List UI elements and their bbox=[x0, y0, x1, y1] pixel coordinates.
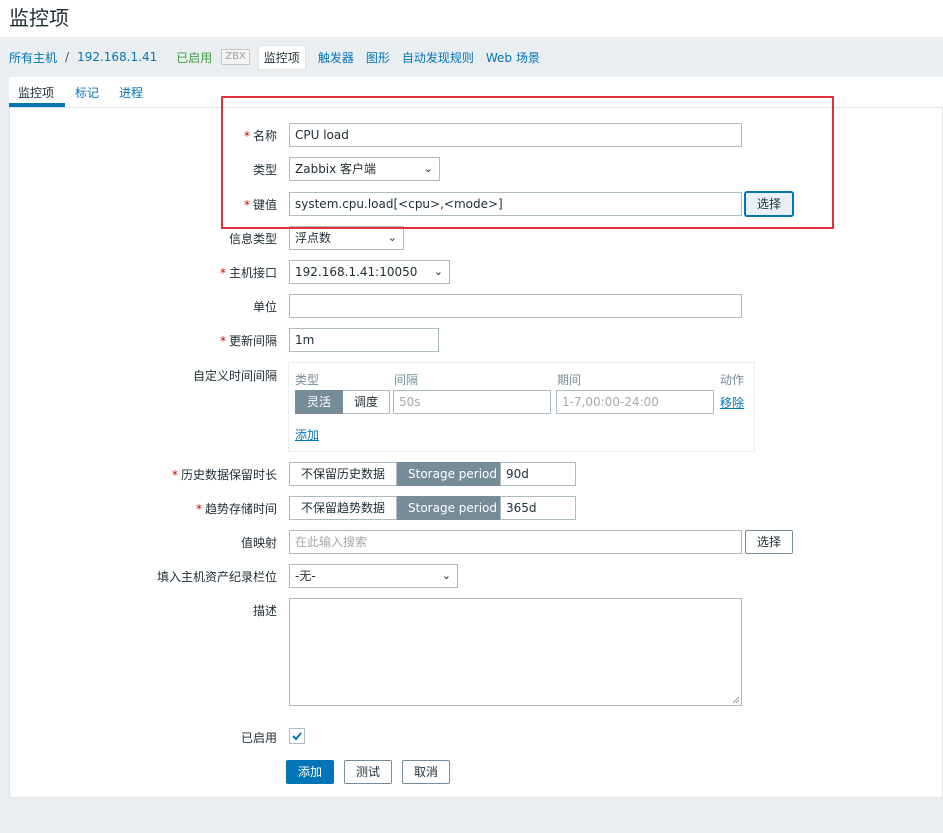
inventory-label: 填入主机资产纪录栏位 bbox=[156, 570, 277, 584]
interval-add-link[interactable]: 添加 bbox=[295, 426, 319, 443]
custom-intervals-table: 类型 间隔 期间 动作 灵活 调度 50s 1-7,00:00-24:00 移除… bbox=[288, 362, 755, 452]
tab-preprocessing[interactable]: 进程 bbox=[119, 84, 143, 101]
enabled-label: 已启用 bbox=[240, 731, 277, 745]
inventory-select[interactable]: -无- ⌄ bbox=[289, 564, 458, 588]
valuemap-select-button[interactable]: 选择 bbox=[745, 530, 793, 554]
history-mode-storage[interactable]: Storage period bbox=[397, 462, 510, 486]
enabled-checkbox[interactable] bbox=[289, 728, 305, 744]
interval-delay-input[interactable]: 50s bbox=[393, 390, 551, 414]
type-select-value: Zabbix 客户端 bbox=[295, 162, 377, 176]
host-tab-items[interactable]: 监控项 bbox=[257, 44, 306, 70]
trends-input[interactable]: 365d bbox=[500, 496, 576, 520]
name-input[interactable]: CPU load bbox=[289, 123, 742, 147]
units-input[interactable] bbox=[289, 294, 742, 318]
chevron-down-icon: ⌄ bbox=[387, 231, 397, 244]
description-label: 描述 bbox=[252, 604, 277, 618]
history-input[interactable]: 90d bbox=[500, 462, 576, 486]
item-form: * 名称 CPU load 类型 Zabbix 客户端 ⌄ * 键值 system.… bbox=[9, 108, 943, 798]
history-label: * 历史数据保留时长 bbox=[171, 468, 277, 482]
name-label: * 名称 bbox=[243, 129, 277, 143]
interface-label: * 主机接口 bbox=[219, 266, 277, 280]
breadcrumb-host[interactable]: 192.168.1.41 bbox=[77, 50, 157, 64]
breadcrumb-separator: / bbox=[65, 50, 70, 64]
host-tab-triggers[interactable]: 触发器 bbox=[318, 49, 354, 66]
tab-item[interactable]: 监控项 bbox=[18, 84, 54, 101]
chevron-down-icon: ⌄ bbox=[441, 569, 451, 582]
interval-type-toggle: 灵活 调度 bbox=[295, 390, 391, 414]
key-input[interactable]: system.cpu.load[<cpu>,<mode>] bbox=[289, 192, 742, 216]
add-button[interactable]: 添加 bbox=[286, 760, 334, 784]
cancel-button[interactable]: 取消 bbox=[402, 760, 450, 784]
trends-mode-storage[interactable]: Storage period bbox=[397, 496, 510, 520]
valuemap-search-input[interactable]: 在此输入搜索 bbox=[289, 530, 742, 554]
interval-period-input[interactable]: 1-7,00:00-24:00 bbox=[556, 390, 714, 414]
interval-remove-link[interactable]: 移除 bbox=[720, 394, 744, 411]
breadcrumb: 所有主机 / 192.168.1.41 已启用 ZBX 监控项 触发器 图形 自… bbox=[9, 44, 540, 70]
intervals-header-type: 类型 bbox=[295, 373, 320, 387]
delay-input[interactable]: 1m bbox=[289, 328, 439, 352]
intervals-header-interval: 间隔 bbox=[394, 373, 419, 387]
type-label: 类型 bbox=[252, 163, 277, 177]
host-status-badge[interactable]: 已启用 bbox=[176, 49, 212, 66]
custom-intervals-label: 自定义时间间隔 bbox=[192, 369, 277, 383]
host-tab-discovery[interactable]: 自动发现规则 bbox=[402, 49, 474, 66]
interval-type-scheduling[interactable]: 调度 bbox=[343, 390, 391, 414]
intervals-header-action: 动作 bbox=[720, 373, 745, 387]
trends-mode-toggle: 不保留趋势数据 Storage period bbox=[289, 496, 510, 520]
key-select-button[interactable]: 选择 bbox=[745, 192, 793, 216]
chevron-down-icon: ⌄ bbox=[423, 162, 433, 175]
resize-grip-icon[interactable] bbox=[732, 696, 740, 704]
interface-select-value: 192.168.1.41:10050 bbox=[295, 265, 418, 279]
history-mode-off[interactable]: 不保留历史数据 bbox=[289, 462, 398, 486]
description-textarea[interactable] bbox=[289, 598, 742, 706]
zbx-availability-badge: ZBX bbox=[221, 49, 250, 65]
trends-label: * 趋势存储时间 bbox=[195, 502, 277, 516]
delay-label: * 更新间隔 bbox=[219, 334, 277, 348]
value-type-select-value: 浮点数 bbox=[295, 231, 332, 245]
checkmark-icon bbox=[292, 732, 302, 741]
inventory-select-value: -无- bbox=[295, 569, 316, 583]
value-type-label: 信息类型 bbox=[228, 232, 277, 246]
intervals-header-period: 期间 bbox=[557, 373, 582, 387]
trends-mode-off[interactable]: 不保留趋势数据 bbox=[289, 496, 398, 520]
valuemap-label: 值映射 bbox=[240, 536, 277, 550]
value-type-select[interactable]: 浮点数 ⌄ bbox=[289, 226, 404, 250]
host-tab-graphs[interactable]: 图形 bbox=[366, 49, 390, 66]
breadcrumb-all-hosts[interactable]: 所有主机 bbox=[9, 49, 57, 66]
test-button[interactable]: 测试 bbox=[344, 760, 392, 784]
tab-tags[interactable]: 标记 bbox=[75, 84, 99, 101]
history-mode-toggle: 不保留历史数据 Storage period bbox=[289, 462, 510, 486]
form-tabs: 监控项 标记 进程 bbox=[9, 77, 943, 108]
active-tab-indicator bbox=[9, 103, 65, 107]
page-title: 监控项 bbox=[9, 6, 69, 30]
units-label: 单位 bbox=[252, 300, 277, 314]
page-header: 监控项 bbox=[0, 0, 943, 37]
interval-type-flexible[interactable]: 灵活 bbox=[295, 390, 344, 414]
key-label: * 键值 bbox=[243, 198, 277, 212]
chevron-down-icon: ⌄ bbox=[433, 265, 443, 278]
host-tab-web[interactable]: Web 场景 bbox=[486, 49, 540, 66]
type-select[interactable]: Zabbix 客户端 ⌄ bbox=[289, 157, 440, 181]
interface-select[interactable]: 192.168.1.41:10050 ⌄ bbox=[289, 260, 450, 284]
